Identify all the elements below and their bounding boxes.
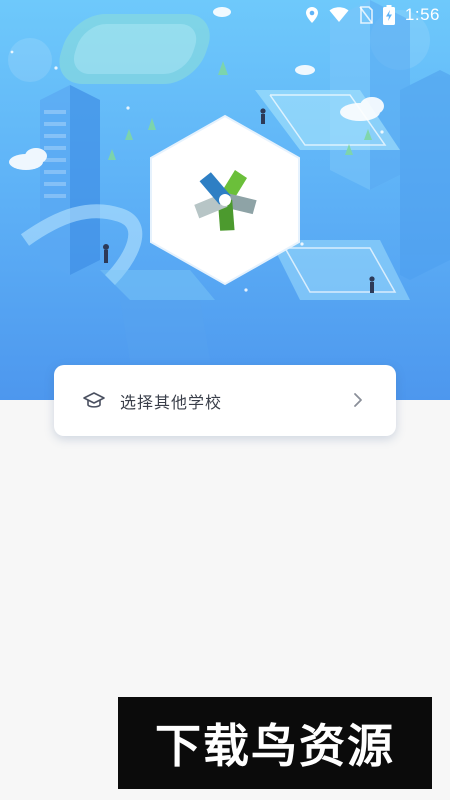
select-other-school-button[interactable]: 选择其他学校 (54, 365, 396, 436)
graduation-cap-icon (83, 391, 105, 408)
no-sim-icon (359, 6, 373, 24)
watermark-banner: 下载鸟资源 (118, 697, 432, 789)
wifi-icon (329, 7, 349, 22)
watermark-text: 下载鸟资源 (155, 719, 395, 773)
battery-charging-icon (382, 5, 395, 25)
location-pin-icon (305, 7, 318, 23)
school-app-logo (150, 114, 300, 286)
status-bar: 1:56 (0, 0, 450, 32)
status-time: 1:56 (404, 5, 440, 24)
chevron-right-icon (354, 393, 362, 407)
hero-banner: 1:56 (0, 0, 450, 400)
select-school-label: 选择其他学校 (120, 392, 223, 412)
